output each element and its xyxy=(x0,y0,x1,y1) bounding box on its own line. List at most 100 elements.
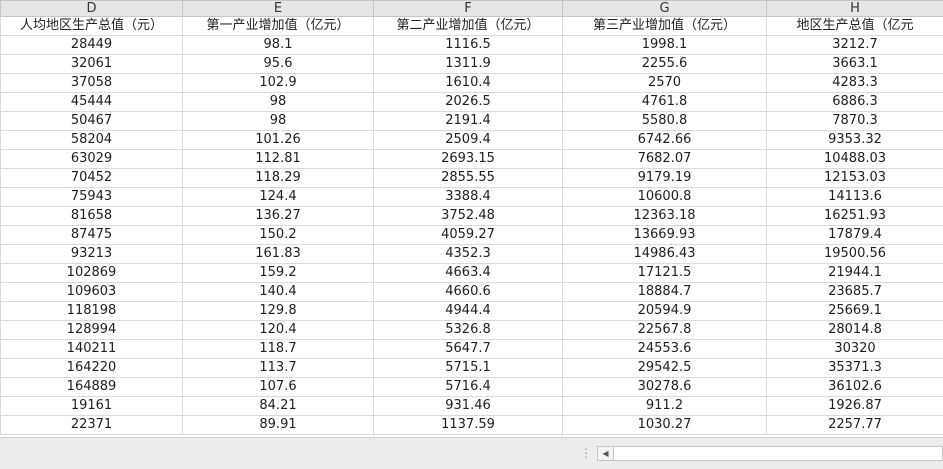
table-cell[interactable]: 6742.66 xyxy=(563,131,767,150)
table-cell[interactable]: 89.91 xyxy=(183,416,374,435)
table-cell[interactable]: 87475 xyxy=(1,226,183,245)
table-cell[interactable]: 70452 xyxy=(1,169,183,188)
table-cell[interactable]: 3752.48 xyxy=(374,207,563,226)
table-cell[interactable]: 45444 xyxy=(1,93,183,112)
table-cell[interactable]: 1311.9 xyxy=(374,55,563,74)
table-cell[interactable]: 107.6 xyxy=(183,378,374,397)
table-cell[interactable]: 136.27 xyxy=(183,207,374,226)
table-cell[interactable]: 24553.6 xyxy=(563,340,767,359)
table-cell[interactable]: 13669.93 xyxy=(563,226,767,245)
table-cell[interactable]: 98.1 xyxy=(183,36,374,55)
header-cell[interactable]: 地区生产总值（亿元 xyxy=(767,17,943,36)
table-cell[interactable]: 19161 xyxy=(1,397,183,416)
column-header-e[interactable]: E xyxy=(183,1,374,17)
table-cell[interactable]: 1998.1 xyxy=(563,36,767,55)
column-header-f[interactable]: F xyxy=(374,1,563,17)
table-cell[interactable]: 35371.3 xyxy=(767,359,943,378)
table-cell[interactable]: 140211 xyxy=(1,340,183,359)
table-cell[interactable]: 2191.4 xyxy=(374,112,563,131)
table-cell[interactable]: 5647.7 xyxy=(374,340,563,359)
table-cell[interactable]: 161.83 xyxy=(183,245,374,264)
table-cell[interactable]: 28449 xyxy=(1,36,183,55)
table-cell[interactable]: 5580.8 xyxy=(563,112,767,131)
table-cell[interactable]: 118198 xyxy=(1,302,183,321)
table-cell[interactable]: 10600.8 xyxy=(563,188,767,207)
column-header-d[interactable]: D xyxy=(1,1,183,17)
table-cell[interactable]: 23685.7 xyxy=(767,283,943,302)
table-cell[interactable]: 2257.77 xyxy=(767,416,943,435)
header-cell[interactable]: 第二产业增加值（亿元） xyxy=(374,17,563,36)
table-cell[interactable]: 4283.3 xyxy=(767,74,943,93)
split-handle-icon[interactable]: ⋮ xyxy=(580,447,591,459)
table-cell[interactable]: 129.8 xyxy=(183,302,374,321)
table-cell[interactable]: 1030.27 xyxy=(563,416,767,435)
table-cell[interactable]: 32061 xyxy=(1,55,183,74)
table-cell[interactable]: 150.2 xyxy=(183,226,374,245)
table-cell[interactable]: 1926.87 xyxy=(767,397,943,416)
table-cell[interactable]: 5326.8 xyxy=(374,321,563,340)
table-cell[interactable]: 113.7 xyxy=(183,359,374,378)
table-cell[interactable]: 118.7 xyxy=(183,340,374,359)
table-cell[interactable]: 3212.7 xyxy=(767,36,943,55)
table-cell[interactable]: 4761.8 xyxy=(563,93,767,112)
table-cell[interactable]: 2693.15 xyxy=(374,150,563,169)
table-cell[interactable]: 159.2 xyxy=(183,264,374,283)
table-cell[interactable]: 5715.1 xyxy=(374,359,563,378)
table-cell[interactable]: 2855.55 xyxy=(374,169,563,188)
table-cell[interactable]: 9179.19 xyxy=(563,169,767,188)
header-cell[interactable]: 人均地区生产总值（元） xyxy=(1,17,183,36)
table-cell[interactable]: 16251.93 xyxy=(767,207,943,226)
table-cell[interactable]: 22371 xyxy=(1,416,183,435)
table-cell[interactable]: 14986.43 xyxy=(563,245,767,264)
table-cell[interactable]: 50467 xyxy=(1,112,183,131)
table-cell[interactable]: 112.81 xyxy=(183,150,374,169)
scroll-left-icon[interactable]: ◀ xyxy=(598,447,614,460)
table-cell[interactable]: 1137.59 xyxy=(374,416,563,435)
table-cell[interactable]: 9353.32 xyxy=(767,131,943,150)
table-cell[interactable]: 2509.4 xyxy=(374,131,563,150)
horizontal-scrollbar[interactable]: ◀ xyxy=(597,446,943,461)
table-cell[interactable]: 7682.07 xyxy=(563,150,767,169)
table-cell[interactable]: 4663.4 xyxy=(374,264,563,283)
table-cell[interactable]: 22567.8 xyxy=(563,321,767,340)
table-cell[interactable]: 17879.4 xyxy=(767,226,943,245)
table-cell[interactable]: 93213 xyxy=(1,245,183,264)
table-cell[interactable]: 81658 xyxy=(1,207,183,226)
table-cell[interactable]: 12153.03 xyxy=(767,169,943,188)
table-cell[interactable]: 911.2 xyxy=(563,397,767,416)
header-cell[interactable]: 第一产业增加值（亿元） xyxy=(183,17,374,36)
column-header-g[interactable]: G xyxy=(563,1,767,17)
table-cell[interactable]: 36102.6 xyxy=(767,378,943,397)
table-cell[interactable]: 4660.6 xyxy=(374,283,563,302)
table-cell[interactable]: 18884.7 xyxy=(563,283,767,302)
column-header-h[interactable]: H xyxy=(767,1,943,17)
table-cell[interactable]: 12363.18 xyxy=(563,207,767,226)
table-cell[interactable]: 84.21 xyxy=(183,397,374,416)
table-cell[interactable]: 931.46 xyxy=(374,397,563,416)
table-cell[interactable]: 63029 xyxy=(1,150,183,169)
table-cell[interactable]: 3663.1 xyxy=(767,55,943,74)
table-cell[interactable]: 37058 xyxy=(1,74,183,93)
table-cell[interactable]: 101.26 xyxy=(183,131,374,150)
table-cell[interactable]: 95.6 xyxy=(183,55,374,74)
table-cell[interactable]: 4059.27 xyxy=(374,226,563,245)
table-cell[interactable]: 120.4 xyxy=(183,321,374,340)
table-cell[interactable]: 7870.3 xyxy=(767,112,943,131)
table-cell[interactable]: 20594.9 xyxy=(563,302,767,321)
table-cell[interactable]: 1116.5 xyxy=(374,36,563,55)
table-cell[interactable]: 124.4 xyxy=(183,188,374,207)
table-cell[interactable]: 30278.6 xyxy=(563,378,767,397)
table-cell[interactable]: 3388.4 xyxy=(374,188,563,207)
table-cell[interactable]: 10488.03 xyxy=(767,150,943,169)
table-cell[interactable]: 98 xyxy=(183,93,374,112)
table-cell[interactable]: 128994 xyxy=(1,321,183,340)
table-cell[interactable]: 5716.4 xyxy=(374,378,563,397)
table-cell[interactable]: 140.4 xyxy=(183,283,374,302)
table-cell[interactable]: 164220 xyxy=(1,359,183,378)
table-cell[interactable]: 21944.1 xyxy=(767,264,943,283)
table-cell[interactable]: 109603 xyxy=(1,283,183,302)
table-cell[interactable]: 6886.3 xyxy=(767,93,943,112)
table-cell[interactable]: 28014.8 xyxy=(767,321,943,340)
table-cell[interactable]: 2255.6 xyxy=(563,55,767,74)
table-cell[interactable]: 14113.6 xyxy=(767,188,943,207)
